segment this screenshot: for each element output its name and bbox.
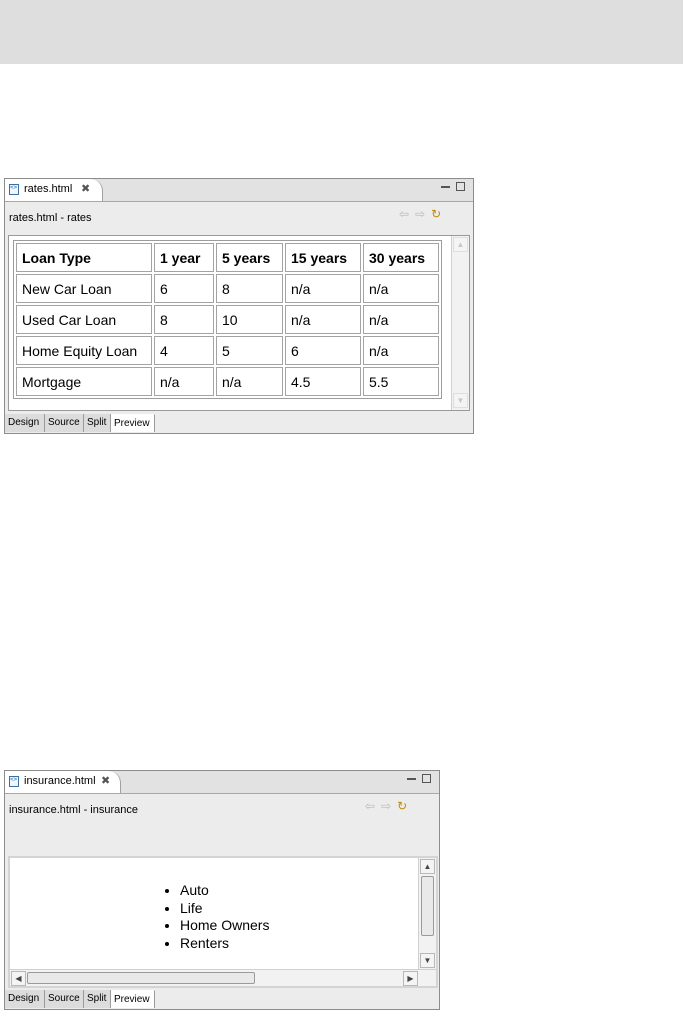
tab-source[interactable]: Source: [45, 414, 84, 432]
minimize-icon[interactable]: [441, 184, 450, 188]
tab-preview[interactable]: Preview: [111, 414, 155, 432]
close-icon[interactable]: ✖: [101, 774, 110, 787]
page-title: insurance.html - insurance: [9, 804, 139, 816]
table-cell: 4: [154, 336, 214, 365]
table-cell: Home Equity Loan: [16, 336, 152, 365]
rates-table: Loan Type 1 year 5 years 15 years 30 yea…: [13, 240, 442, 399]
forward-arrow-icon[interactable]: ⇨: [415, 207, 425, 221]
html-file-icon: [9, 776, 19, 787]
scroll-left-icon[interactable]: ◀: [11, 971, 26, 986]
window-controls: [401, 774, 431, 786]
list-item: Auto: [180, 882, 269, 900]
tab-design[interactable]: Design: [5, 414, 45, 432]
close-icon[interactable]: ✖: [81, 182, 90, 195]
refresh-icon[interactable]: ↻: [397, 799, 407, 813]
tab-label: rates.html: [24, 183, 73, 195]
column-header: 1 year: [154, 243, 214, 272]
top-toolbar-band: [0, 0, 683, 64]
back-arrow-icon[interactable]: ⇦: [399, 207, 409, 221]
forward-arrow-icon[interactable]: ⇨: [381, 799, 391, 813]
maximize-icon[interactable]: [422, 774, 431, 783]
table-cell: 4.5: [285, 367, 361, 396]
tab-preview[interactable]: Preview: [111, 990, 155, 1008]
preview-pane: Auto Life Home Owners Renters ▲ ▼ ◀ ▶: [8, 856, 438, 988]
page-title: rates.html - rates: [9, 212, 92, 224]
table-cell: 5: [216, 336, 283, 365]
column-header: 5 years: [216, 243, 283, 272]
table-cell: Used Car Loan: [16, 305, 152, 334]
scrollbar-thumb[interactable]: [421, 876, 434, 936]
table-cell: 8: [216, 274, 283, 303]
tab-split[interactable]: Split: [84, 414, 111, 432]
list-item: Life: [180, 900, 269, 918]
html-file-icon: [9, 184, 19, 195]
tab-insurance-html[interactable]: insurance.html ✖: [5, 771, 121, 793]
vertical-scrollbar[interactable]: ▲ ▼: [418, 858, 436, 969]
table-row: Mortgage n/a n/a 4.5 5.5: [16, 367, 439, 396]
table-row: Used Car Loan 8 10 n/a n/a: [16, 305, 439, 334]
scrollbar-thumb[interactable]: [27, 972, 255, 984]
horizontal-scrollbar[interactable]: ◀ ▶: [10, 969, 436, 986]
column-header: Loan Type: [16, 243, 152, 272]
window-controls: [435, 182, 465, 194]
maximize-icon[interactable]: [456, 182, 465, 191]
back-arrow-icon[interactable]: ⇦: [365, 799, 375, 813]
table-cell: Mortgage: [16, 367, 152, 396]
table-cell: 8: [154, 305, 214, 334]
table-cell: n/a: [285, 274, 361, 303]
insurance-list: Auto Life Home Owners Renters: [162, 882, 269, 952]
column-header: 30 years: [363, 243, 439, 272]
vertical-scrollbar[interactable]: ▲ ▼: [451, 236, 469, 410]
tab-label: insurance.html: [24, 775, 96, 787]
scroll-down-icon[interactable]: ▼: [453, 393, 468, 408]
nav-toolbar: ⇦ ⇨ ↻: [359, 799, 407, 813]
tab-rates-html[interactable]: rates.html ✖: [5, 179, 103, 201]
editor-tab-strip: insurance.html ✖: [5, 771, 439, 794]
list-item: Renters: [180, 935, 269, 953]
scroll-right-icon[interactable]: ▶: [403, 971, 418, 986]
tab-design[interactable]: Design: [5, 990, 45, 1008]
list-item: Home Owners: [180, 917, 269, 935]
editor-tab-strip: rates.html ✖: [5, 179, 473, 202]
rates-editor-window: rates.html ✖ rates.html - rates ⇦ ⇨ ↻ Loan…: [4, 178, 474, 434]
scroll-down-icon[interactable]: ▼: [420, 953, 435, 968]
column-header: 15 years: [285, 243, 361, 272]
insurance-editor-window: insurance.html ✖ insurance.html - insura…: [4, 770, 440, 1010]
table-cell: 6: [285, 336, 361, 365]
table-row: New Car Loan 6 8 n/a n/a: [16, 274, 439, 303]
nav-toolbar: ⇦ ⇨ ↻: [393, 207, 441, 221]
table-cell: n/a: [154, 367, 214, 396]
table-cell: n/a: [285, 305, 361, 334]
table-cell: 10: [216, 305, 283, 334]
tab-split[interactable]: Split: [84, 990, 111, 1008]
table-cell: n/a: [216, 367, 283, 396]
table-cell: n/a: [363, 305, 439, 334]
minimize-icon[interactable]: [407, 776, 416, 780]
table-cell: 5.5: [363, 367, 439, 396]
scroll-up-icon[interactable]: ▲: [420, 859, 435, 874]
scroll-up-icon[interactable]: ▲: [453, 237, 468, 252]
table-cell: New Car Loan: [16, 274, 152, 303]
refresh-icon[interactable]: ↻: [431, 207, 441, 221]
table-row: Home Equity Loan 4 5 6 n/a: [16, 336, 439, 365]
preview-pane: Loan Type 1 year 5 years 15 years 30 yea…: [8, 235, 470, 411]
table-cell: n/a: [363, 274, 439, 303]
table-cell: n/a: [363, 336, 439, 365]
table-header-row: Loan Type 1 year 5 years 15 years 30 yea…: [16, 243, 439, 272]
tab-source[interactable]: Source: [45, 990, 84, 1008]
table-cell: 6: [154, 274, 214, 303]
